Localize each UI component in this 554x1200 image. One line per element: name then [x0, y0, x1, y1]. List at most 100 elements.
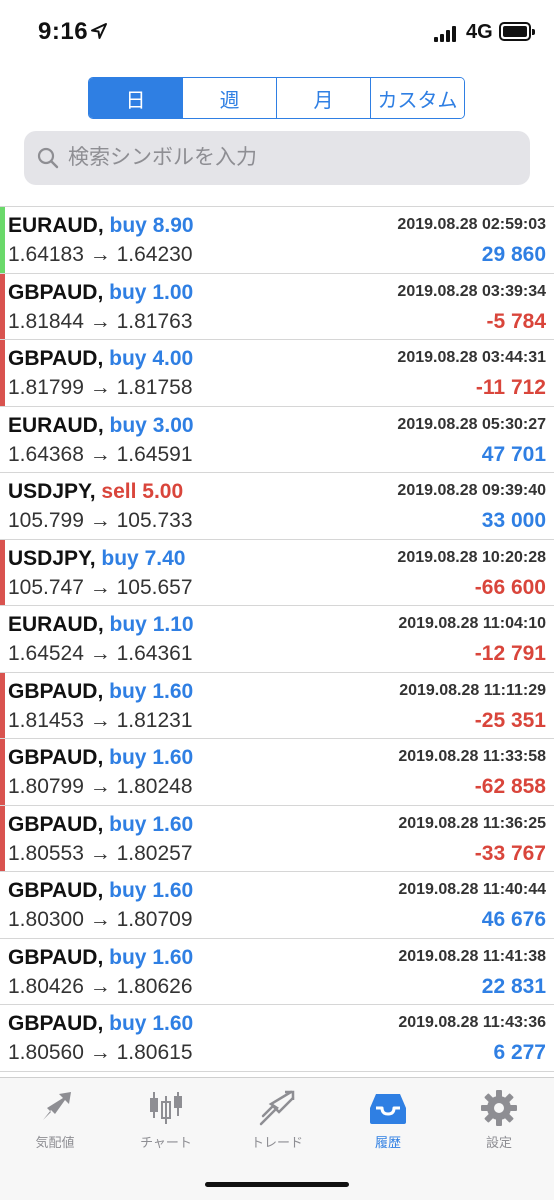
trade-row[interactable]: USDJPY, buy 7.40 105.747 → 105.657 2019.08…: [0, 539, 554, 606]
open-price: 1.64183: [8, 243, 84, 266]
trade-volume: 1.00: [152, 280, 194, 304]
trade-side: buy: [109, 214, 147, 237]
trade-row[interactable]: GBPAUD, buy 1.00 1.81844 → 1.81763 2019.08…: [0, 273, 554, 340]
close-price: 1.80626: [116, 974, 193, 998]
settings-icon: [481, 1090, 517, 1126]
open-price: 1.81453: [8, 708, 84, 732]
arrow-right-icon: →: [83, 841, 117, 865]
history-icon: [370, 1094, 406, 1124]
trade-side: buy: [109, 413, 147, 437]
period-tab-day[interactable]: 日: [89, 78, 183, 118]
trade-row[interactable]: GBPAUD, buy 1.60 1.81453 → 1.81231 2019.08…: [0, 672, 554, 739]
trade-prices: 1.80799 → 1.80248: [8, 775, 193, 799]
trade-prices: 1.81799 → 1.81758: [8, 376, 193, 400]
search-input[interactable]: [68, 146, 508, 170]
close-price: 1.80615: [116, 1041, 193, 1064]
trade-profit: 47 701: [481, 442, 546, 466]
trade-symbol: USDJPY,: [8, 546, 96, 570]
trade-volume: 7.40: [144, 546, 186, 570]
network-label: 4G: [466, 21, 493, 43]
trade-profit: -5 784: [486, 309, 546, 333]
trade-row[interactable]: GBPAUD, buy 1.60 1.80560 → 1.80615 2019.08…: [0, 1005, 554, 1072]
trade-prices: 1.80560 → 1.80615: [8, 1041, 193, 1065]
tab-trade[interactable]: トレード: [227, 1088, 327, 1158]
close-price: 1.81758: [116, 376, 193, 399]
trade-title: EURAUD, buy 3.00: [8, 414, 194, 438]
trade-title: USDJPY, buy 7.40: [8, 547, 185, 571]
trade-side: buy: [109, 879, 147, 902]
trade-volume: 5.00: [142, 480, 184, 503]
open-price: 1.80426: [8, 974, 84, 998]
trade-title: GBPAUD, buy 1.60: [8, 1012, 193, 1036]
trade-action: buy 3.00: [110, 414, 194, 437]
open-price: 105.747: [8, 575, 84, 599]
period-tab-month[interactable]: 月: [277, 78, 371, 118]
search-bar[interactable]: [24, 131, 530, 185]
result-bar: [0, 340, 5, 406]
period-tab-custom[interactable]: カスタム: [371, 78, 464, 118]
arrow-right-icon: →: [83, 1041, 117, 1064]
close-price: 1.80709: [116, 908, 193, 931]
tab-history[interactable]: 履歴: [338, 1088, 438, 1158]
trade-action: buy 1.60: [109, 879, 193, 902]
home-indicator: [205, 1182, 349, 1187]
trade-prices: 105.747 → 105.657: [8, 576, 193, 600]
trade-volume: 1.10: [152, 613, 194, 636]
trade-profit: 22 831: [481, 974, 546, 998]
arrow-right-icon: →: [83, 908, 117, 931]
trade-row[interactable]: GBPAUD, buy 1.60 1.80553 → 1.80257 2019.08…: [0, 805, 554, 872]
arrow-right-icon: →: [83, 509, 117, 532]
trade-row[interactable]: EURAUD, buy 3.00 1.64368 → 1.64591 2019.08…: [0, 407, 554, 473]
open-price: 1.80799: [8, 775, 84, 798]
close-price: 1.81763: [116, 309, 193, 333]
trade-side: buy: [109, 679, 147, 703]
tab-label: 設定: [485, 1135, 512, 1150]
trade-row[interactable]: EURAUD, buy 1.10 1.64524 → 1.64361 2019.08…: [0, 606, 554, 673]
trade-title: GBPAUD, buy 4.00: [8, 347, 193, 371]
trade-prices: 1.81844 → 1.81763: [8, 310, 193, 334]
tab-settings[interactable]: 設定: [449, 1088, 549, 1158]
trade-time: 2019.08.28 11:43:36: [398, 1014, 546, 1031]
tab-label: トレード: [250, 1135, 303, 1150]
trade-row[interactable]: GBPAUD, buy 1.60 1.80799 → 1.80248 2019.08…: [0, 739, 554, 806]
result-bar: [0, 672, 5, 738]
tab-quotes[interactable]: 気配値: [5, 1088, 105, 1158]
trade-symbol: EURAUD,: [8, 214, 104, 237]
close-price: 1.80248: [116, 775, 193, 798]
close-price: 105.733: [116, 509, 193, 532]
trade-action: buy 8.90: [110, 214, 194, 237]
trade-volume: 3.00: [152, 413, 194, 437]
trade-row[interactable]: GBPAUD, buy 1.60 1.80300 → 1.80709 2019.08…: [0, 872, 554, 939]
trade-action: buy 7.40: [101, 547, 185, 570]
trade-action: buy 1.60: [109, 813, 193, 836]
trade-time: 2019.08.28 05:30:27: [397, 415, 546, 433]
trade-prices: 105.799 → 105.733: [8, 509, 193, 533]
trade-row[interactable]: GBPAUD, buy 4.00 1.81799 → 1.81758 2019.08…: [0, 340, 554, 407]
period-tab-week[interactable]: 週: [183, 78, 277, 118]
tab-chart[interactable]: チャート: [116, 1088, 216, 1158]
close-price: 1.80257: [116, 841, 193, 865]
trade-row[interactable]: EURAUD, buy 8.90 1.64183 → 1.64230 2019.08…: [0, 207, 554, 274]
location-arrow-icon: [91, 23, 107, 39]
trade-time: 2019.08.28 03:44:31: [397, 349, 546, 366]
trade-title: GBPAUD, buy 1.60: [8, 746, 193, 770]
trade-symbol: GBPAUD,: [8, 879, 104, 902]
trade-time: 2019.08.28 11:33:58: [398, 748, 546, 765]
chart-icon: [150, 1092, 182, 1124]
trade-volume: 1.60: [152, 945, 194, 969]
trade-title: EURAUD, buy 1.10: [8, 613, 194, 637]
trade-title: GBPAUD, buy 1.60: [8, 680, 193, 704]
trade-volume: 1.60: [152, 679, 194, 703]
result-bar: [0, 273, 5, 339]
trade-row[interactable]: USDJPY, sell 5.00 105.799 → 105.733 2019.0…: [0, 473, 554, 540]
trade-row[interactable]: GBPAUD, buy 1.60 1.80426 → 1.80626 2019.08…: [0, 939, 554, 1005]
signal-icon: [434, 26, 460, 42]
trade-prices: 1.64524 → 1.64361: [8, 642, 193, 666]
close-price: 1.64591: [116, 442, 193, 466]
trade-side: buy: [109, 347, 147, 370]
trade-title: EURAUD, buy 8.90: [8, 214, 194, 238]
trade-volume: 8.90: [152, 214, 194, 237]
trade-prices: 1.80426 → 1.80626: [8, 975, 193, 999]
trade-title: USDJPY, sell 5.00: [8, 480, 183, 504]
trade-volume: 1.60: [152, 879, 194, 902]
